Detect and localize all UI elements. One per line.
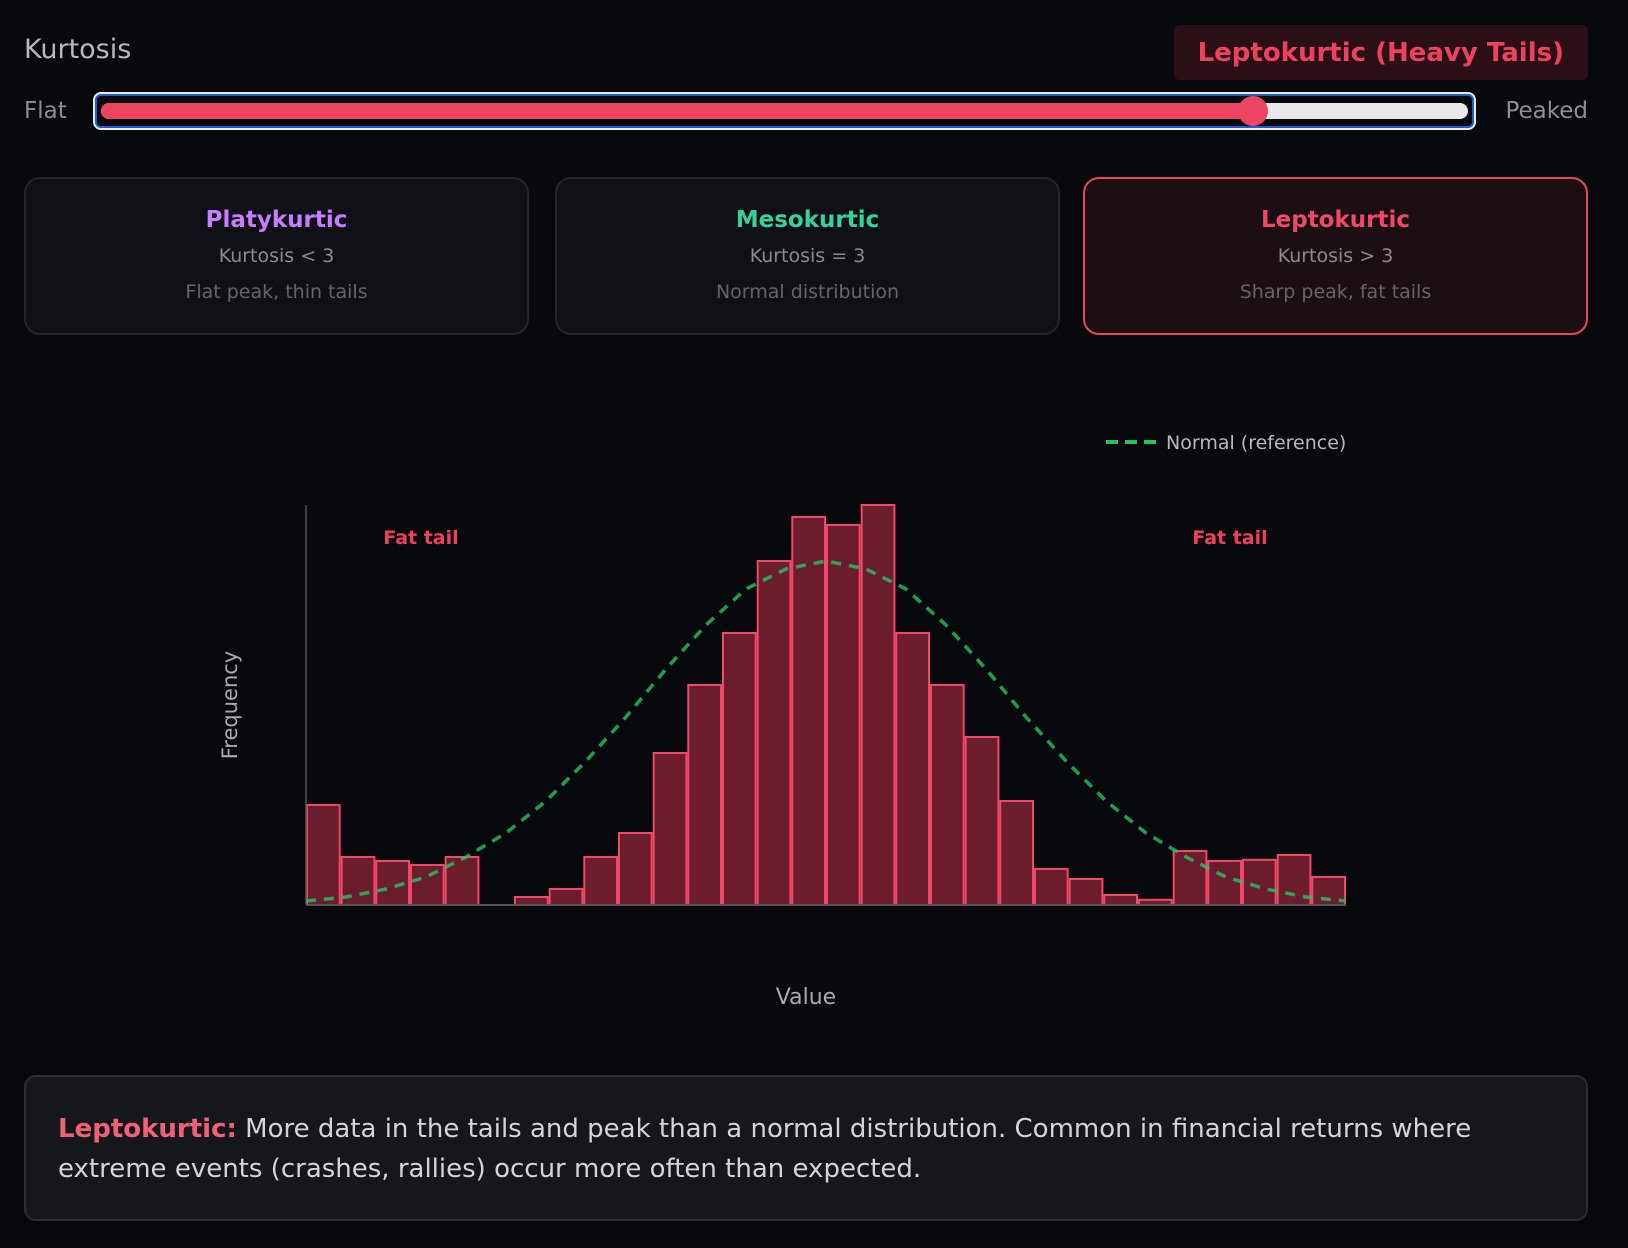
histogram-bar [722,632,757,906]
histogram-bar [895,632,930,906]
histogram-bar [548,888,584,906]
slider-fill [101,103,1250,119]
explanation-lead: Leptokurtic: [58,1114,237,1144]
card-description: Normal distribution [715,281,900,303]
histogram-bar [618,832,653,906]
explanation-box: Leptokurtic: More data in the tails and … [24,1075,1588,1221]
kurtosis-label: Kurtosis [24,34,132,65]
card-leptokurtic[interactable]: Leptokurtic Kurtosis > 3 Sharp peak, fat… [1083,177,1588,335]
card-title: Leptokurtic [1260,207,1411,233]
x-axis-label: Value [776,985,836,1010]
histogram-bars [306,504,1347,906]
card-rule: Kurtosis = 3 [749,245,866,267]
histogram-bar [514,896,549,906]
explanation-text: More data in the tails and peak than a n… [58,1114,1472,1184]
fat-tail-right-annotation: Fat tail [1192,527,1267,549]
histogram-bar [1207,860,1243,906]
slider-min-label: Flat [24,98,67,124]
histogram-bar [999,800,1034,906]
card-title: Mesokurtic [735,207,880,233]
histogram-bar [1242,858,1277,906]
y-axis-label: Frequency [218,651,242,760]
card-rule: Kurtosis < 3 [218,245,335,267]
histogram-bar [410,864,445,906]
card-description: Flat peak, thin tails [185,281,368,303]
fat-tail-left-annotation: Fat tail [383,527,458,549]
legend-normal-label: Normal (reference) [1166,432,1346,454]
card-mesokurtic[interactable]: Mesokurtic Kurtosis = 3 Normal distribut… [555,177,1060,335]
histogram-bar [1068,878,1104,906]
histogram-chart: Normal (reference) Fat tail Fat tail Fre… [218,432,1347,1010]
histogram-bar [306,804,341,906]
kurtosis-slider[interactable] [93,92,1476,130]
histogram-bar [375,860,410,906]
histogram-bar [583,856,618,906]
histogram-bar [1034,868,1069,906]
slider-max-label: Peaked [1505,98,1588,124]
card-rule: Kurtosis > 3 [1277,245,1394,267]
histogram-bar [791,516,826,906]
histogram-bar [687,684,722,906]
card-title: Platykurtic [205,207,348,233]
histogram-bar [964,736,1000,906]
distribution-type-badge: Leptokurtic (Heavy Tails) [1173,25,1588,80]
distribution-cards: Platykurtic Kurtosis < 3 Flat peak, thin… [24,177,1588,337]
card-platykurtic[interactable]: Platykurtic Kurtosis < 3 Flat peak, thin… [24,177,529,335]
histogram-bar [756,560,792,906]
histogram-bar [930,684,965,906]
histogram-bar [652,752,688,906]
histogram-bar [1103,894,1139,906]
card-description: Sharp peak, fat tails [1239,281,1432,303]
slider-thumb[interactable] [1238,96,1269,126]
histogram-bar [826,524,861,906]
histogram-bar [860,504,896,906]
kurtosis-slider-row: Flat Peaked [0,92,1628,134]
